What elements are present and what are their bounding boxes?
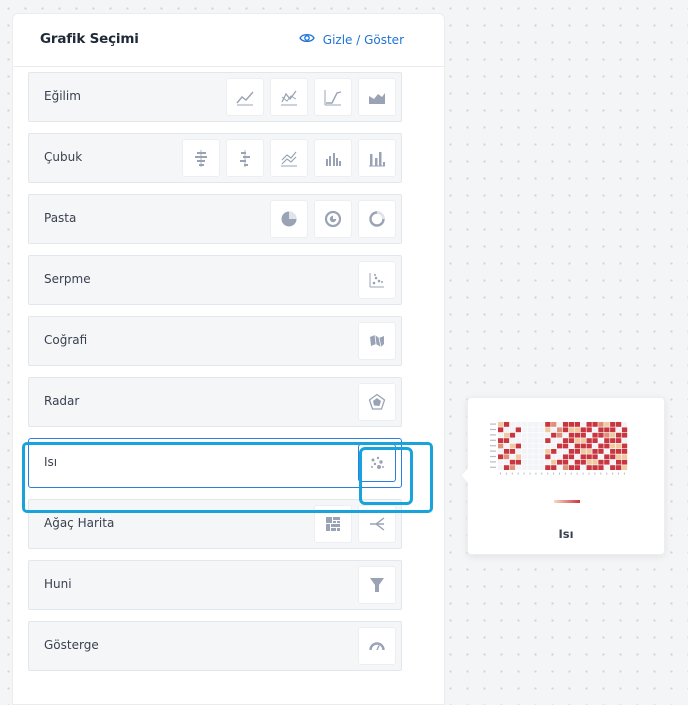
scatter-chart-icon bbox=[369, 273, 384, 288]
grouped-bar-icon bbox=[326, 153, 341, 166]
scatter-chart-button[interactable] bbox=[358, 261, 396, 299]
horizontal-bar-icon bbox=[195, 150, 207, 167]
chart-type-row[interactable]: Gösterge bbox=[28, 621, 402, 671]
chart-type-label: Isı bbox=[44, 455, 58, 469]
step-line-chart-icon bbox=[324, 90, 342, 106]
chart-type-label: Gösterge bbox=[44, 638, 99, 652]
treemap-icon bbox=[326, 517, 340, 531]
chart-type-row[interactable]: Serpme bbox=[28, 255, 402, 305]
chart-type-row[interactable]: Eğilim bbox=[28, 72, 402, 122]
preview-pointer bbox=[459, 467, 476, 484]
multi-line-chart-button[interactable] bbox=[270, 78, 308, 116]
chart-type-row[interactable]: Radar bbox=[28, 377, 402, 427]
panel-title: Grafik Seçimi bbox=[40, 31, 139, 47]
column-bar-icon bbox=[369, 152, 385, 167]
pie-chart-icon bbox=[281, 211, 297, 227]
area-chart-icon bbox=[369, 93, 385, 104]
chart-type-label: Çubuk bbox=[44, 150, 83, 164]
chart-variant-buttons bbox=[270, 200, 396, 238]
nested-pie-icon bbox=[324, 210, 342, 228]
chart-variant-buttons bbox=[358, 627, 396, 665]
chart-variant-buttons bbox=[358, 322, 396, 360]
chart-type-row[interactable]: Huni bbox=[28, 560, 402, 610]
heatmap-preview-image bbox=[490, 422, 628, 503]
chart-type-row[interactable]: Çubuk bbox=[28, 133, 402, 183]
treemap-button[interactable] bbox=[314, 505, 352, 543]
eye-icon bbox=[299, 32, 315, 47]
nested-pie-button[interactable] bbox=[314, 200, 352, 238]
chart-type-label: Radar bbox=[44, 394, 80, 408]
chart-variant-buttons bbox=[358, 444, 396, 482]
tree-chart-icon bbox=[370, 517, 385, 531]
chart-preview-card: Isı bbox=[459, 397, 665, 555]
gauge-chart-icon bbox=[369, 642, 385, 651]
multi-line-chart-icon bbox=[281, 90, 297, 106]
area-chart-button[interactable] bbox=[358, 78, 396, 116]
map-chart-button[interactable] bbox=[358, 322, 396, 360]
bar-line-combo-button[interactable] bbox=[270, 139, 308, 177]
radar-chart-icon bbox=[368, 393, 386, 410]
horizontal-bar-button[interactable] bbox=[182, 139, 220, 177]
panel-header: Grafik Seçimi Gizle / Göster bbox=[13, 14, 444, 67]
heatmap-icon bbox=[371, 456, 384, 469]
tree-chart-button[interactable] bbox=[358, 505, 396, 543]
chart-type-row[interactable]: Pasta bbox=[28, 194, 402, 244]
chart-variant-buttons bbox=[358, 261, 396, 299]
bar-line-combo-icon bbox=[281, 151, 297, 167]
chart-variant-buttons bbox=[358, 383, 396, 421]
map-chart-icon bbox=[370, 334, 384, 348]
chart-variant-buttons bbox=[226, 78, 396, 116]
visibility-toggle-label: Gizle / Göster bbox=[322, 32, 404, 47]
chart-type-label: Eğilim bbox=[44, 89, 81, 103]
funnel-chart-button[interactable] bbox=[358, 566, 396, 604]
funnel-chart-icon bbox=[370, 578, 384, 592]
visibility-toggle[interactable]: Gizle / Göster bbox=[299, 32, 404, 47]
horizontal-stacked-bar-button[interactable] bbox=[226, 139, 264, 177]
pie-chart-button[interactable] bbox=[270, 200, 308, 238]
chart-type-list: Eğilim Çubuk Pasta Serpme Coğrafi Radar Isı Ağa… bbox=[28, 72, 402, 682]
chart-type-label: Pasta bbox=[44, 211, 77, 225]
heatmap-button[interactable] bbox=[358, 444, 396, 482]
radar-chart-button[interactable] bbox=[358, 383, 396, 421]
chart-type-row[interactable]: Ağaç Harita bbox=[28, 499, 402, 549]
line-chart-button[interactable] bbox=[226, 78, 264, 116]
donut-chart-icon bbox=[369, 211, 385, 227]
chart-type-label: Huni bbox=[44, 577, 72, 591]
donut-chart-button[interactable] bbox=[358, 200, 396, 238]
gauge-chart-button[interactable] bbox=[358, 627, 396, 665]
chart-type-label: Coğrafi bbox=[44, 333, 88, 347]
grouped-bar-button[interactable] bbox=[314, 139, 352, 177]
chart-variant-buttons bbox=[358, 566, 396, 604]
chart-type-label: Serpme bbox=[44, 272, 91, 286]
chart-variant-buttons bbox=[182, 139, 396, 177]
chart-variant-buttons bbox=[314, 505, 396, 543]
chart-type-label: Ağaç Harita bbox=[44, 516, 115, 530]
step-line-chart-button[interactable] bbox=[314, 78, 352, 116]
horizontal-stacked-bar-icon bbox=[240, 150, 250, 167]
chart-type-row[interactable]: Isı bbox=[28, 438, 402, 488]
column-bar-button[interactable] bbox=[358, 139, 396, 177]
chart-type-row[interactable]: Coğrafi bbox=[28, 316, 402, 366]
preview-title: Isı bbox=[558, 527, 574, 541]
line-chart-icon bbox=[236, 91, 254, 106]
